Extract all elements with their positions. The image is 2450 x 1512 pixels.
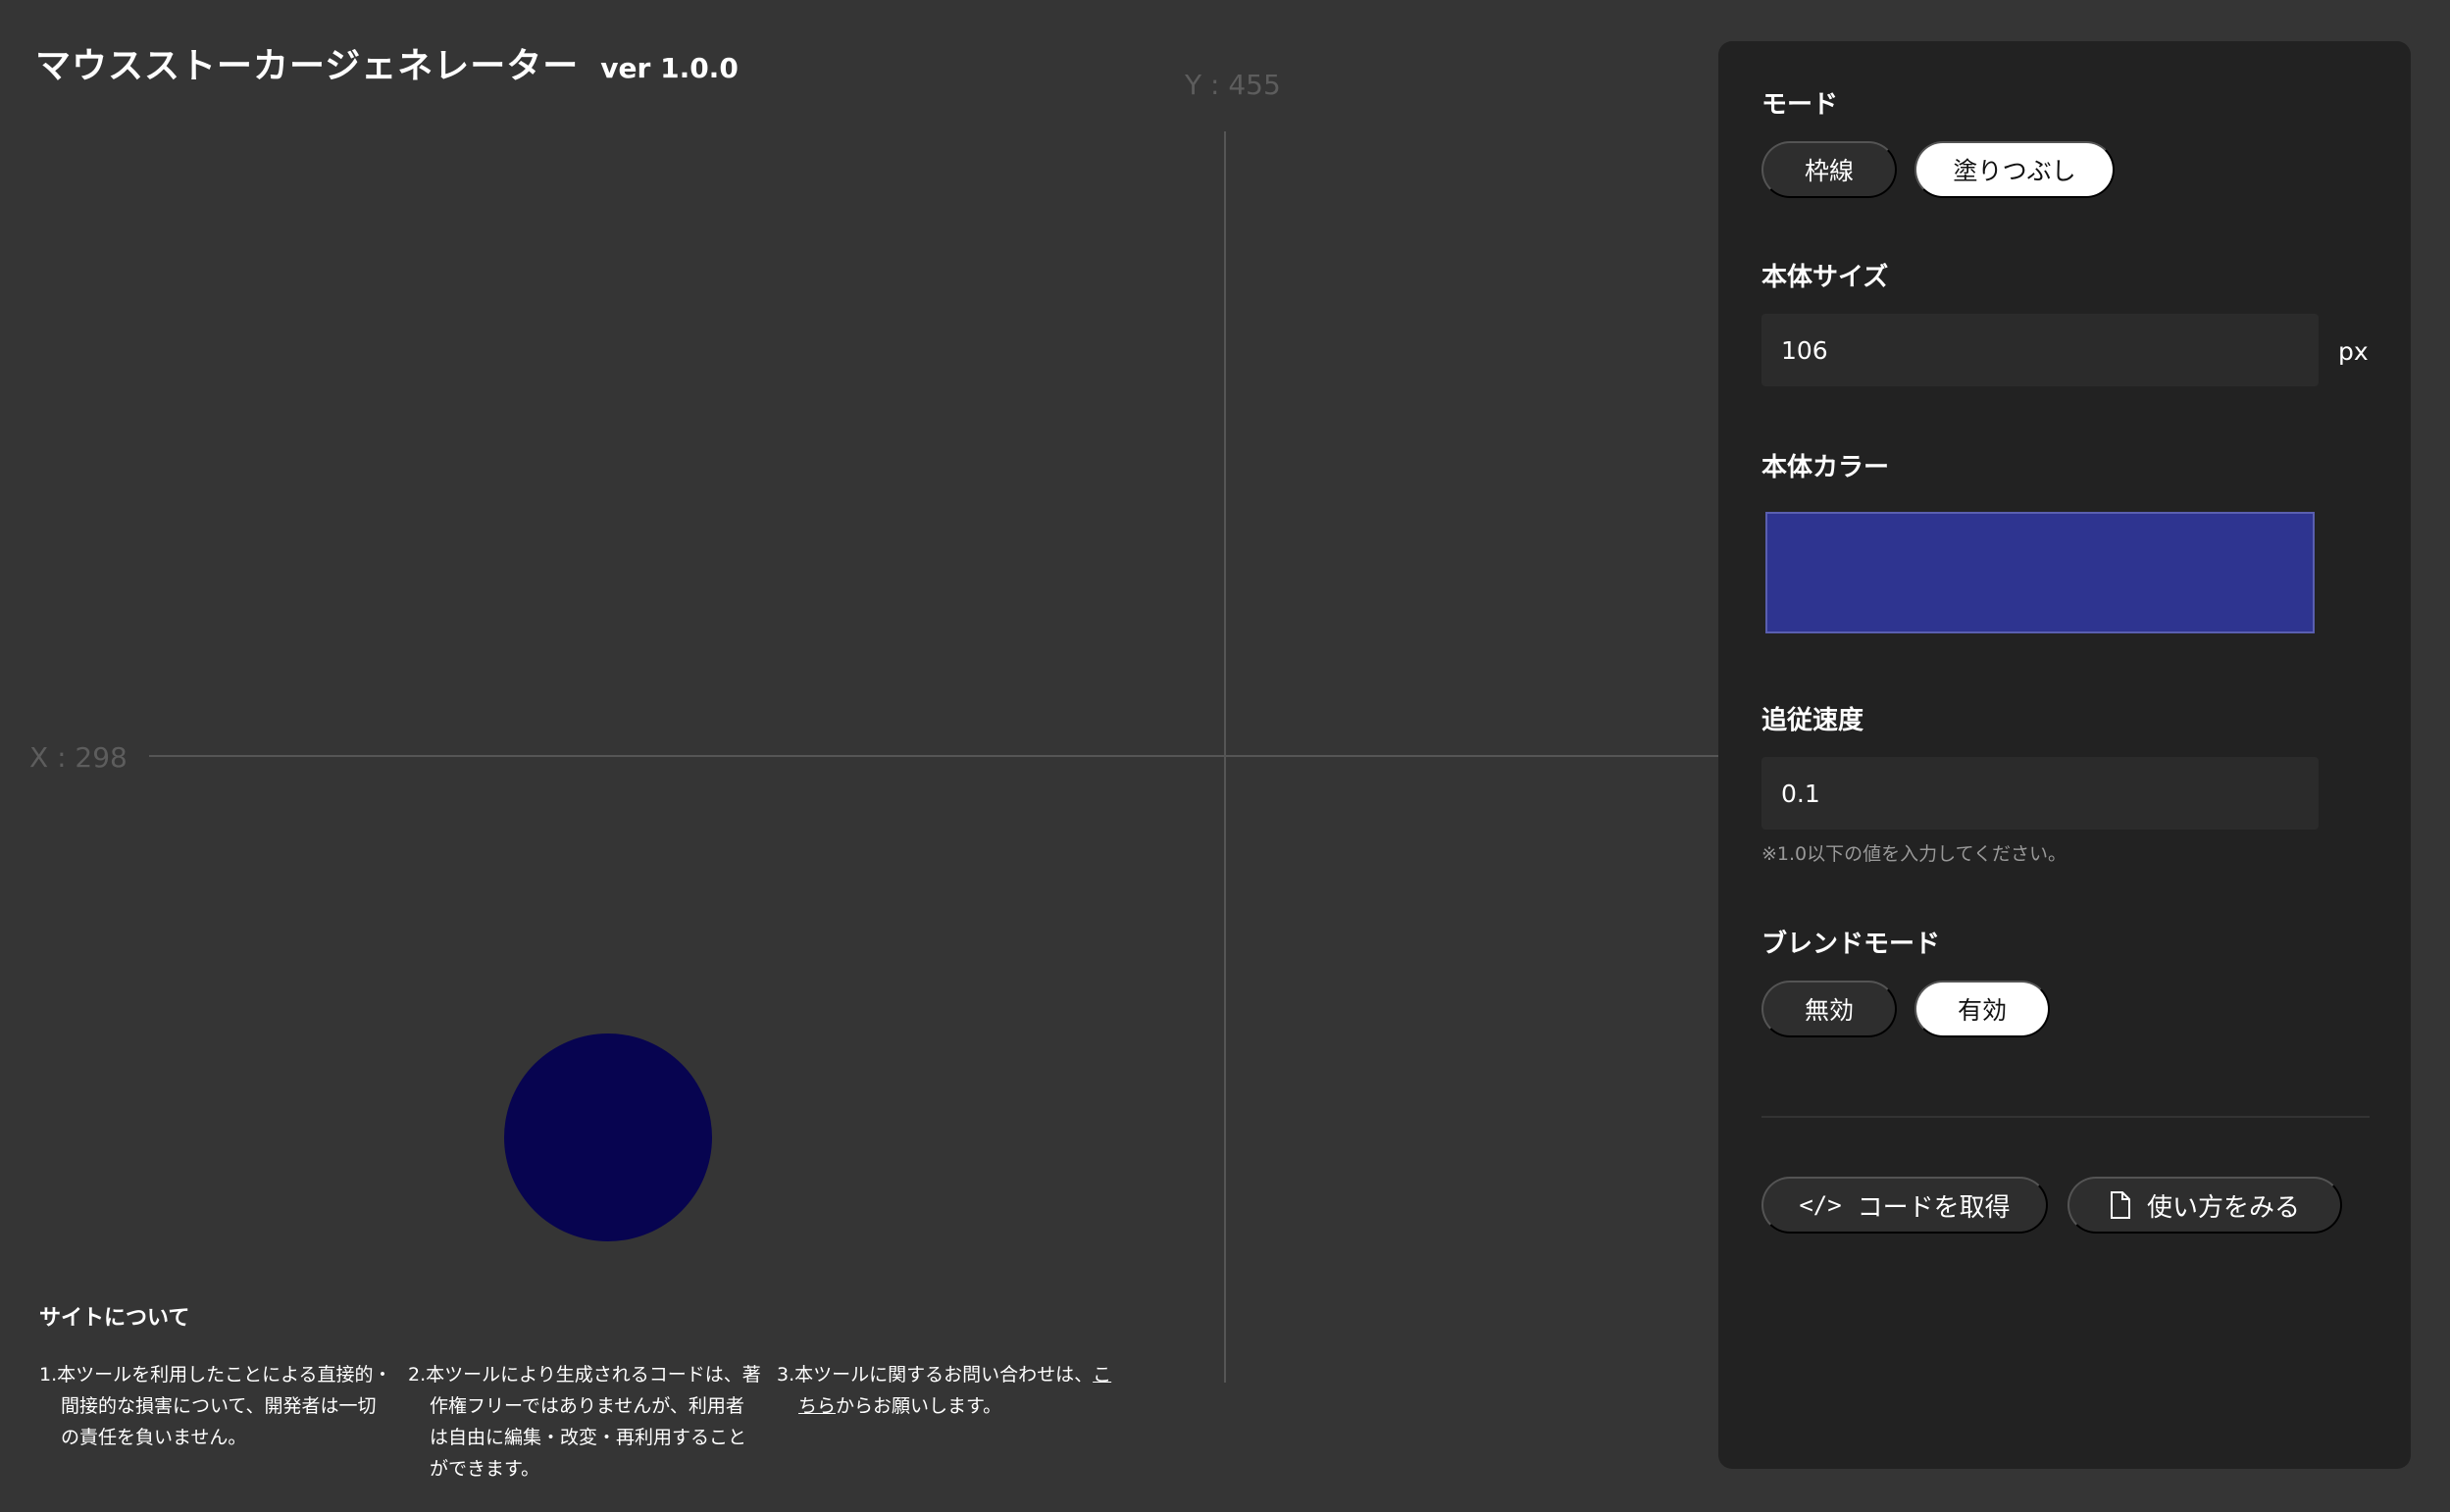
crosshair-vertical-line <box>1224 131 1226 1383</box>
settings-panel: モード 枠線 塗りつぶし 本体サイズ px 本体カラー 追従速度 ※1.0以下の… <box>1718 41 2411 1469</box>
note-contact-suffix: からお願いします。 <box>836 1395 1002 1417</box>
page-title: マウスストーカージェネレーター <box>35 46 580 86</box>
size-label: 本体サイズ <box>1761 263 1889 292</box>
mode-outline-button[interactable]: 枠線 <box>1761 141 1897 198</box>
x-coordinate-readout: X : 298 <box>29 741 128 774</box>
size-input[interactable] <box>1761 314 2319 386</box>
about-section: サイトについて 1.本ツールを利用したことによる直接的・間接的な損害について、開… <box>39 1300 1130 1485</box>
howto-label: 使い方をみる <box>2146 1191 2300 1222</box>
version-label: ver 1.0.0 <box>600 52 739 84</box>
about-title: サイトについて <box>39 1306 190 1331</box>
speed-input[interactable] <box>1761 757 2319 830</box>
note-contact: 3.本ツールに関するお問い合わせは、こちらからお願いします。 <box>777 1359 1130 1485</box>
speed-hint: ※1.0以下の値を入力してください。 <box>1761 843 2067 865</box>
blend-off-button[interactable]: 無効 <box>1761 981 1897 1037</box>
note-contact-prefix: 3.本ツールに関するお問い合わせは、 <box>777 1364 1094 1386</box>
speed-label: 追従速度 <box>1761 706 1864 735</box>
size-unit: px <box>2338 337 2369 366</box>
y-coordinate-readout: Y : 455 <box>1185 69 1281 101</box>
mode-fill-button[interactable]: 塗りつぶし <box>1914 141 2115 198</box>
code-icon: </> <box>1799 1191 1842 1219</box>
note-disclaimer: 1.本ツールを利用したことによる直接的・間接的な損害について、開発者は一切の責任… <box>39 1364 392 1448</box>
app-title: マウスストーカージェネレーター ver 1.0.0 <box>35 37 739 88</box>
blend-label: ブレンドモード <box>1761 930 1941 959</box>
color-swatch[interactable] <box>1765 512 2315 633</box>
document-icon <box>2110 1191 2131 1219</box>
mode-label: モード <box>1761 90 1839 120</box>
get-code-button[interactable]: </> コードを取得 <box>1761 1177 2048 1234</box>
blend-on-button[interactable]: 有効 <box>1914 981 2050 1037</box>
panel-divider <box>1761 1116 2370 1118</box>
note-copyright: 2.本ツールにより生成されるコードは、著作権フリーではありませんが、利用者は自由… <box>408 1364 761 1480</box>
color-label: 本体カラー <box>1761 453 1890 482</box>
howto-button[interactable]: 使い方をみる <box>2067 1177 2342 1234</box>
about-notes: 1.本ツールを利用したことによる直接的・間接的な損害について、開発者は一切の責任… <box>39 1359 1130 1485</box>
get-code-label: コードを取得 <box>1857 1191 2011 1222</box>
crosshair-horizontal-line <box>149 755 1718 757</box>
mouse-stalker-preview <box>504 1033 712 1241</box>
